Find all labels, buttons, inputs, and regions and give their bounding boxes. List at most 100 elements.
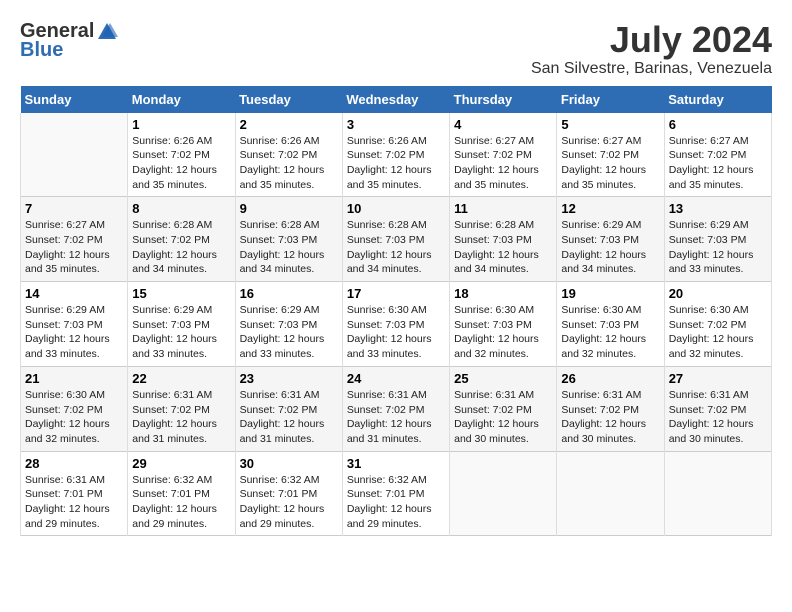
day-number: 14 [25,286,123,301]
day-number: 30 [240,456,338,471]
day-info: Sunrise: 6:29 AM Sunset: 7:03 PM Dayligh… [240,303,338,362]
calendar-cell: 22 Sunrise: 6:31 AM Sunset: 7:02 PM Dayli… [128,366,235,451]
page-header: General Blue July 2024 San Silvestre, Ba… [20,20,772,78]
calendar-cell: 11Sunrise: 6:28 AM Sunset: 7:03 PM Dayli… [450,197,557,282]
day-info: Sunrise: 6:32 AM Sunset: 7:01 PM Dayligh… [240,473,338,532]
day-number: 1 [132,117,230,132]
day-info: Sunrise: 6:31 AM Sunset: 7:02 PM Dayligh… [347,388,445,447]
calendar-cell: 1 Sunrise: 6:26 AM Sunset: 7:02 PM Daylig… [128,113,235,197]
day-number: 15 [132,286,230,301]
calendar-cell: 7 Sunrise: 6:27 AM Sunset: 7:02 PM Daylig… [21,197,128,282]
calendar-cell [664,451,771,536]
calendar-cell: 26Sunrise: 6:31 AM Sunset: 7:02 PM Dayli… [557,366,664,451]
day-number: 28 [25,456,123,471]
day-info: Sunrise: 6:31 AM Sunset: 7:01 PM Dayligh… [25,473,123,532]
logo: General Blue [20,20,118,62]
day-info: Sunrise: 6:32 AM Sunset: 7:01 PM Dayligh… [132,473,230,532]
calendar-cell: 8 Sunrise: 6:28 AM Sunset: 7:02 PM Daylig… [128,197,235,282]
day-number: 26 [561,371,659,386]
day-info: Sunrise: 6:29 AM Sunset: 7:03 PM Dayligh… [25,303,123,362]
calendar-cell: 18 Sunrise: 6:30 AM Sunset: 7:03 PM Dayli… [450,282,557,367]
day-info: Sunrise: 6:29 AM Sunset: 7:03 PM Dayligh… [669,218,767,277]
calendar-cell: 14 Sunrise: 6:29 AM Sunset: 7:03 PM Dayli… [21,282,128,367]
weekday-header-sunday: Sunday [21,86,128,113]
calendar-cell: 16 Sunrise: 6:29 AM Sunset: 7:03 PM Dayli… [235,282,342,367]
month-year-title: July 2024 [531,20,772,60]
day-number: 31 [347,456,445,471]
weekday-header-wednesday: Wednesday [342,86,449,113]
day-info: Sunrise: 6:30 AM Sunset: 7:03 PM Dayligh… [454,303,552,362]
day-info: Sunrise: 6:30 AM Sunset: 7:03 PM Dayligh… [347,303,445,362]
day-number: 19 [561,286,659,301]
day-number: 3 [347,117,445,132]
calendar-cell: 20 Sunrise: 6:30 AM Sunset: 7:02 PM Dayli… [664,282,771,367]
calendar-week-5: 28 Sunrise: 6:31 AM Sunset: 7:01 PM Dayli… [21,451,772,536]
day-info: Sunrise: 6:31 AM Sunset: 7:02 PM Dayligh… [669,388,767,447]
location-subtitle: San Silvestre, Barinas, Venezuela [531,60,772,78]
day-info: Sunrise: 6:28 AM Sunset: 7:03 PM Dayligh… [240,218,338,277]
calendar-week-3: 14 Sunrise: 6:29 AM Sunset: 7:03 PM Dayli… [21,282,772,367]
calendar-body: 1 Sunrise: 6:26 AM Sunset: 7:02 PM Daylig… [21,113,772,536]
weekday-header-row: SundayMondayTuesdayWednesdayThursdayFrid… [21,86,772,113]
day-number: 23 [240,371,338,386]
day-number: 18 [454,286,552,301]
calendar-cell [450,451,557,536]
day-number: 13 [669,201,767,216]
day-info: Sunrise: 6:31 AM Sunset: 7:02 PM Dayligh… [132,388,230,447]
day-number: 4 [454,117,552,132]
day-number: 27 [669,371,767,386]
calendar-cell: 19Sunrise: 6:30 AM Sunset: 7:03 PM Dayli… [557,282,664,367]
day-info: Sunrise: 6:26 AM Sunset: 7:02 PM Dayligh… [240,134,338,193]
day-number: 17 [347,286,445,301]
day-info: Sunrise: 6:30 AM Sunset: 7:02 PM Dayligh… [669,303,767,362]
calendar-cell [21,113,128,197]
day-number: 10 [347,201,445,216]
day-number: 22 [132,371,230,386]
weekday-header-monday: Monday [128,86,235,113]
day-info: Sunrise: 6:31 AM Sunset: 7:02 PM Dayligh… [240,388,338,447]
calendar-cell [557,451,664,536]
calendar-week-4: 21 Sunrise: 6:30 AM Sunset: 7:02 PM Dayli… [21,366,772,451]
weekday-header-tuesday: Tuesday [235,86,342,113]
day-info: Sunrise: 6:31 AM Sunset: 7:02 PM Dayligh… [454,388,552,447]
calendar-cell: 5Sunrise: 6:27 AM Sunset: 7:02 PM Daylig… [557,113,664,197]
calendar-cell: 6Sunrise: 6:27 AM Sunset: 7:02 PM Daylig… [664,113,771,197]
logo-blue-text: Blue [20,39,63,62]
calendar-cell: 29 Sunrise: 6:32 AM Sunset: 7:01 PM Dayli… [128,451,235,536]
day-info: Sunrise: 6:28 AM Sunset: 7:03 PM Dayligh… [347,218,445,277]
weekday-header-saturday: Saturday [664,86,771,113]
title-section: July 2024 San Silvestre, Barinas, Venezu… [531,20,772,78]
calendar-cell: 31Sunrise: 6:32 AM Sunset: 7:01 PM Dayli… [342,451,449,536]
day-info: Sunrise: 6:30 AM Sunset: 7:02 PM Dayligh… [25,388,123,447]
day-info: Sunrise: 6:27 AM Sunset: 7:02 PM Dayligh… [561,134,659,193]
day-info: Sunrise: 6:29 AM Sunset: 7:03 PM Dayligh… [561,218,659,277]
calendar-header: SundayMondayTuesdayWednesdayThursdayFrid… [21,86,772,113]
day-number: 16 [240,286,338,301]
calendar-cell: 25Sunrise: 6:31 AM Sunset: 7:02 PM Dayli… [450,366,557,451]
day-number: 21 [25,371,123,386]
day-number: 2 [240,117,338,132]
calendar-week-1: 1 Sunrise: 6:26 AM Sunset: 7:02 PM Daylig… [21,113,772,197]
calendar-cell: 15Sunrise: 6:29 AM Sunset: 7:03 PM Dayli… [128,282,235,367]
day-number: 9 [240,201,338,216]
day-number: 20 [669,286,767,301]
day-info: Sunrise: 6:26 AM Sunset: 7:02 PM Dayligh… [132,134,230,193]
calendar-cell: 2 Sunrise: 6:26 AM Sunset: 7:02 PM Daylig… [235,113,342,197]
calendar-cell: 23 Sunrise: 6:31 AM Sunset: 7:02 PM Dayli… [235,366,342,451]
day-info: Sunrise: 6:27 AM Sunset: 7:02 PM Dayligh… [25,218,123,277]
day-info: Sunrise: 6:28 AM Sunset: 7:03 PM Dayligh… [454,218,552,277]
day-number: 8 [132,201,230,216]
calendar-cell: 12 Sunrise: 6:29 AM Sunset: 7:03 PM Dayli… [557,197,664,282]
calendar-cell: 4Sunrise: 6:27 AM Sunset: 7:02 PM Daylig… [450,113,557,197]
calendar-cell: 10 Sunrise: 6:28 AM Sunset: 7:03 PM Dayli… [342,197,449,282]
calendar-cell: 27 Sunrise: 6:31 AM Sunset: 7:02 PM Dayli… [664,366,771,451]
day-info: Sunrise: 6:28 AM Sunset: 7:02 PM Dayligh… [132,218,230,277]
day-number: 12 [561,201,659,216]
calendar-cell: 17 Sunrise: 6:30 AM Sunset: 7:03 PM Dayli… [342,282,449,367]
calendar-cell: 13 Sunrise: 6:29 AM Sunset: 7:03 PM Dayli… [664,197,771,282]
calendar-cell: 28 Sunrise: 6:31 AM Sunset: 7:01 PM Dayli… [21,451,128,536]
day-number: 7 [25,201,123,216]
weekday-header-thursday: Thursday [450,86,557,113]
calendar-cell: 30 Sunrise: 6:32 AM Sunset: 7:01 PM Dayli… [235,451,342,536]
day-number: 29 [132,456,230,471]
